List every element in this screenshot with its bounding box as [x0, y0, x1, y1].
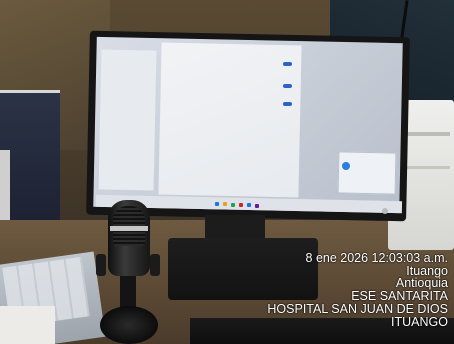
stamp-org: ESE SANTARITA — [351, 289, 448, 304]
power-icon — [382, 208, 388, 214]
toggle-switch — [283, 62, 292, 66]
taskbar-icon — [223, 202, 227, 206]
popup-icon — [342, 162, 350, 170]
taskbar-icon — [255, 204, 259, 208]
settings-window — [158, 42, 302, 198]
toggle-switch — [283, 102, 292, 106]
toggle-switch — [283, 84, 292, 88]
stamp-datetime: 8 ene 2026 12:03:03 a.m. — [305, 251, 448, 265]
mic-stem — [120, 276, 136, 310]
mic-ring — [110, 226, 148, 231]
photo-scene: 8 ene 2026 12:03:03 a.m. Ituango Antioqu… — [0, 0, 454, 344]
mic-arm — [96, 254, 106, 276]
taskbar-icon — [239, 203, 243, 207]
taskbar-icon — [247, 203, 251, 207]
stamp-town: ITUANGO — [391, 314, 448, 329]
mic-arm — [150, 254, 160, 276]
paper-sheet — [0, 306, 55, 344]
taskbar-icon — [231, 203, 235, 207]
settings-sidebar — [98, 49, 157, 191]
mic-base — [100, 306, 158, 344]
stamp-hospital: HOSPITAL SAN JUAN DE DIOS — [267, 301, 448, 316]
notification-popup — [337, 151, 397, 195]
timestamp-overlay: 8 ene 2026 12:03:03 a.m. Ituango Antioqu… — [267, 252, 448, 328]
taskbar-icon — [215, 202, 219, 206]
